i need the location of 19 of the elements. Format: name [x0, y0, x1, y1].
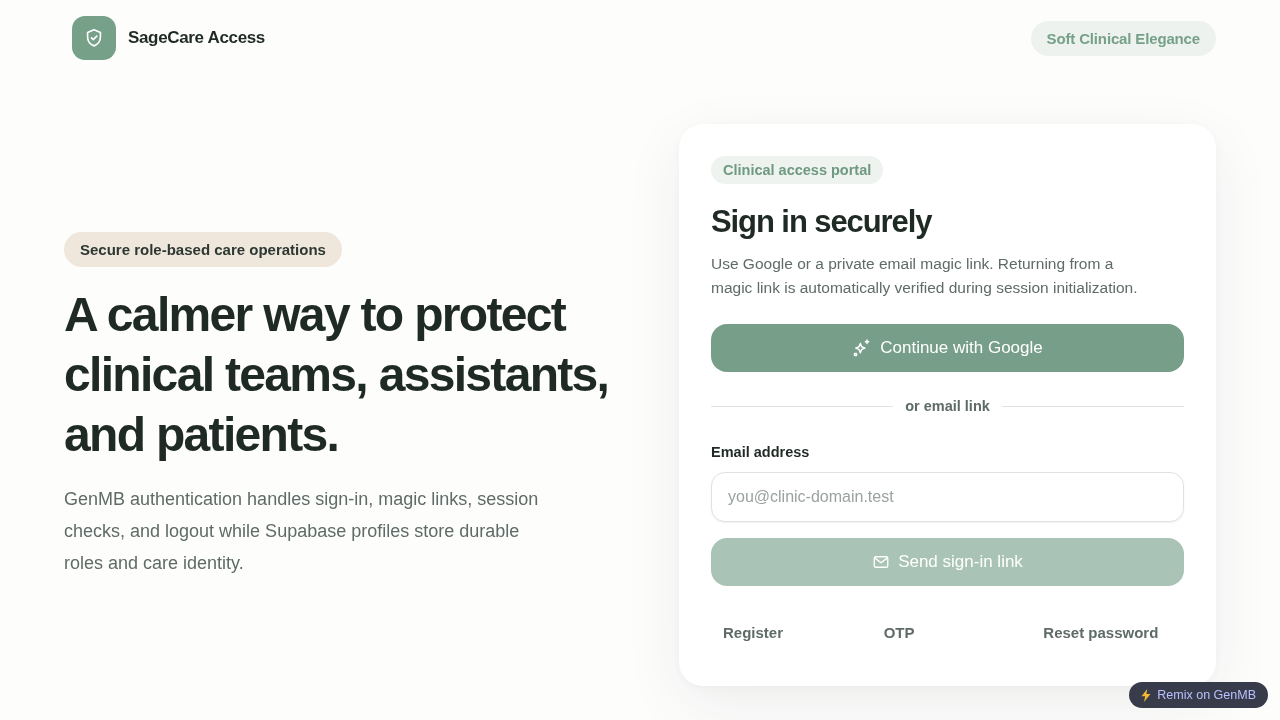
lightning-icon — [1141, 688, 1152, 702]
auth-link[interactable]: Register — [711, 612, 796, 652]
portal-tag: Clinical access portal — [711, 156, 884, 184]
auth-link[interactable]: Reset password — [1026, 612, 1171, 652]
mail-icon — [872, 553, 891, 571]
shield-check-logo-icon — [72, 16, 116, 60]
brand-name: SageCare Access — [128, 28, 265, 48]
remix-badge[interactable]: Remix on GenMB — [1129, 682, 1268, 708]
hero-tag: Secure role-based care operations — [64, 231, 342, 267]
card-title: Sign in securely — [711, 203, 933, 241]
divider-label: or email link — [905, 398, 990, 414]
email-input-field[interactable]: you@clinic-domain.test — [711, 472, 1184, 522]
google-sign-in-button[interactable]: Continue with Google — [711, 324, 1184, 372]
email-label: Email address — [711, 443, 811, 462]
card-description: Use Google or a private email magic link. Returning from a magic link is automatically verified during session initialization. — [711, 254, 1139, 298]
auth-link[interactable]: OTP — [868, 612, 927, 652]
theme-badge: Soft Clinical Elegance — [1030, 20, 1216, 56]
hero-headline: A calmer way to protect clinical teams, assistants, and patients. — [64, 286, 610, 463]
hero-description: GenMB authentication handles sign-in, magic links, session checks, and logout while Supabase profiles store durable roles and care identity. — [64, 487, 540, 575]
